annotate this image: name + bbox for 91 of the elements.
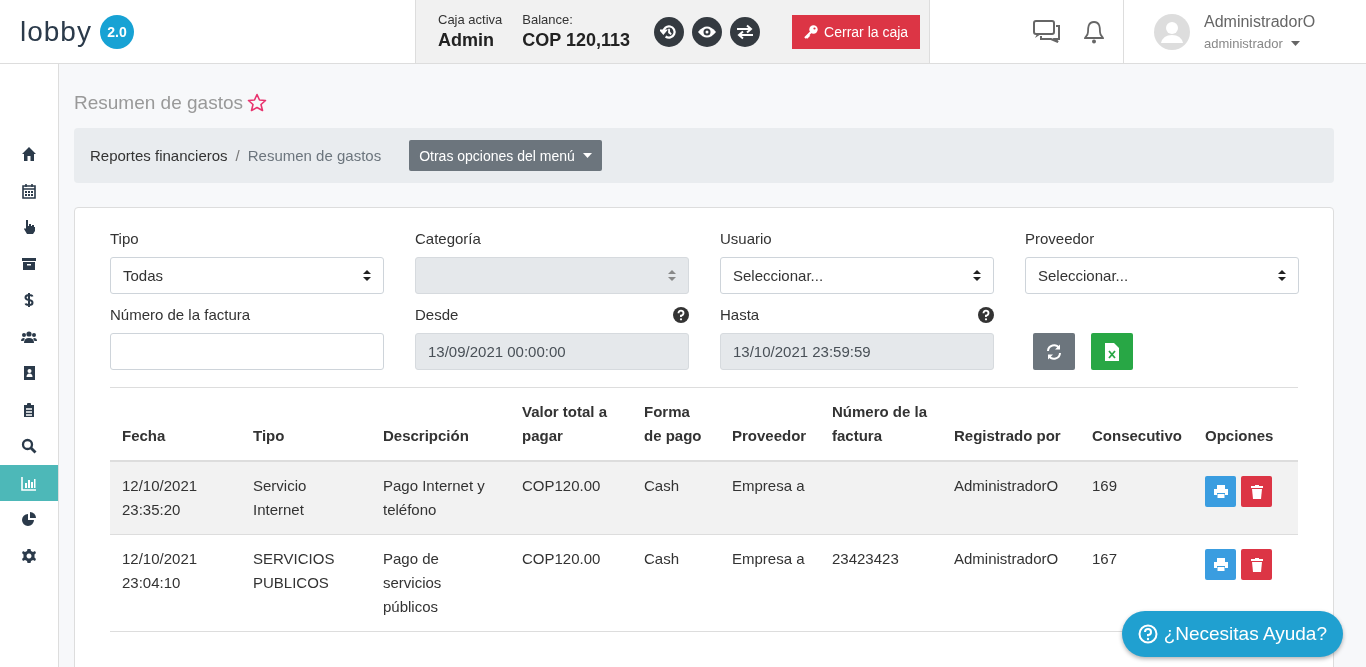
close-register-button[interactable]: Cerrar la caja bbox=[792, 14, 921, 49]
cash-label: Caja activa bbox=[438, 12, 503, 27]
column-header: Forma de pago bbox=[644, 403, 702, 444]
field-label: Número de la factura bbox=[110, 306, 251, 323]
transfer-button[interactable] bbox=[730, 16, 761, 47]
user-name: AdministradorO bbox=[1204, 12, 1316, 31]
breadcrumb-current: Resumen de gastos bbox=[247, 147, 382, 164]
caret-icon[interactable] bbox=[1290, 40, 1300, 46]
field-label: Tipo bbox=[110, 230, 139, 247]
table-cell: Servicio Internet bbox=[253, 477, 307, 518]
page-title: Resumen de gastos bbox=[74, 92, 243, 114]
clipboard-icon bbox=[21, 401, 37, 418]
field-label: Categoría bbox=[415, 230, 481, 247]
pie-chart-icon bbox=[21, 511, 37, 528]
column-header: Proveedor bbox=[732, 427, 807, 444]
column-header: Registrado por bbox=[954, 427, 1061, 444]
column-header: Consecutivo bbox=[1092, 427, 1182, 444]
print-button[interactable] bbox=[1205, 549, 1236, 580]
table-cell: 167 bbox=[1092, 550, 1118, 567]
table-cell: Cash bbox=[644, 477, 680, 494]
table-cell: COP120.00 bbox=[522, 477, 601, 494]
printer-icon bbox=[1213, 558, 1228, 571]
table-cell: Empresa a bbox=[732, 550, 805, 567]
table-cell: Pago de servicios públicos bbox=[383, 550, 442, 615]
delete-button[interactable] bbox=[1241, 476, 1272, 507]
sort-arrows-icon bbox=[668, 270, 676, 281]
bar-chart-icon bbox=[21, 474, 37, 491]
field-label: Usuario bbox=[720, 230, 772, 247]
select-field[interactable]: Todas bbox=[110, 257, 384, 294]
sort-arrows-icon bbox=[363, 270, 371, 281]
balance-label: Balance: bbox=[522, 12, 574, 27]
history-button[interactable] bbox=[654, 16, 685, 47]
column-header: Valor total a pagar bbox=[522, 403, 608, 444]
eye-icon bbox=[697, 24, 718, 39]
delete-button[interactable] bbox=[1241, 549, 1272, 580]
trash-icon bbox=[1250, 557, 1263, 572]
trash-icon bbox=[1250, 484, 1263, 499]
print-button[interactable] bbox=[1205, 476, 1236, 507]
input-field[interactable] bbox=[110, 333, 384, 370]
table-cell: AdministradorO bbox=[954, 550, 1059, 567]
sort-arrows-icon bbox=[973, 270, 981, 281]
column-header: Opciones bbox=[1205, 427, 1274, 444]
column-header: Número de la factura bbox=[832, 403, 928, 444]
table-cell: 169 bbox=[1092, 477, 1118, 494]
table-cell: 12/10/2021 23:35:20 bbox=[122, 477, 198, 518]
refresh-button[interactable] bbox=[1033, 333, 1075, 370]
eye-button[interactable] bbox=[692, 16, 723, 47]
column-header: Fecha bbox=[122, 427, 166, 444]
archive-box-icon bbox=[21, 255, 37, 272]
breadcrumb-separator: / bbox=[235, 147, 240, 164]
bell-icon[interactable] bbox=[1083, 19, 1105, 44]
menu-options-button[interactable]: Otras opciones del menú bbox=[409, 140, 602, 171]
search-icon bbox=[21, 438, 37, 455]
field-label: Proveedor bbox=[1025, 230, 1095, 247]
history-icon bbox=[660, 22, 679, 41]
sort-arrows-icon bbox=[1278, 270, 1286, 281]
refresh-icon bbox=[1045, 343, 1063, 360]
table-cell: 23423423 bbox=[832, 550, 899, 567]
arrows-icon bbox=[736, 23, 755, 40]
field-label: Desde bbox=[415, 306, 459, 323]
field-label: Hasta bbox=[720, 306, 760, 323]
breadcrumb-link[interactable]: Reportes financieros bbox=[90, 147, 228, 164]
select-field[interactable]: Seleccionar... bbox=[720, 257, 994, 294]
table-cell: Pago Internet y teléfono bbox=[383, 477, 485, 518]
table-cell: 12/10/2021 23:04:10 bbox=[122, 550, 198, 591]
version-badge: 2.0 bbox=[99, 14, 134, 49]
table-cell: Cash bbox=[644, 550, 680, 567]
question-icon bbox=[1137, 624, 1158, 644]
caret-icon bbox=[582, 153, 592, 158]
users-icon bbox=[21, 328, 37, 345]
calendar-icon bbox=[21, 182, 37, 199]
settings-icon bbox=[21, 547, 37, 564]
table-cell: Empresa a bbox=[732, 477, 805, 494]
cash-value: Admin bbox=[438, 30, 495, 51]
table-cell: SERVICIOS PUBLICOS bbox=[253, 550, 335, 591]
column-header: Tipo bbox=[253, 427, 285, 444]
printer-icon bbox=[1213, 485, 1228, 498]
excel-file-icon bbox=[1105, 342, 1119, 361]
key-icon bbox=[804, 24, 819, 39]
balance-value: COP 120,113 bbox=[522, 30, 631, 51]
home-icon bbox=[21, 146, 37, 163]
table-cell: AdministradorO bbox=[954, 477, 1059, 494]
logo: lobby bbox=[20, 15, 92, 48]
select-field[interactable]: Seleccionar... bbox=[1025, 257, 1299, 294]
table-cell: COP120.00 bbox=[522, 550, 601, 567]
star-icon[interactable] bbox=[247, 93, 267, 113]
chat-icon[interactable] bbox=[1033, 19, 1061, 44]
user-role[interactable]: administrador bbox=[1204, 35, 1283, 51]
pointer-hand-icon bbox=[21, 219, 37, 236]
excel-export-button[interactable] bbox=[1091, 333, 1133, 370]
column-header: Descripción bbox=[383, 427, 469, 444]
